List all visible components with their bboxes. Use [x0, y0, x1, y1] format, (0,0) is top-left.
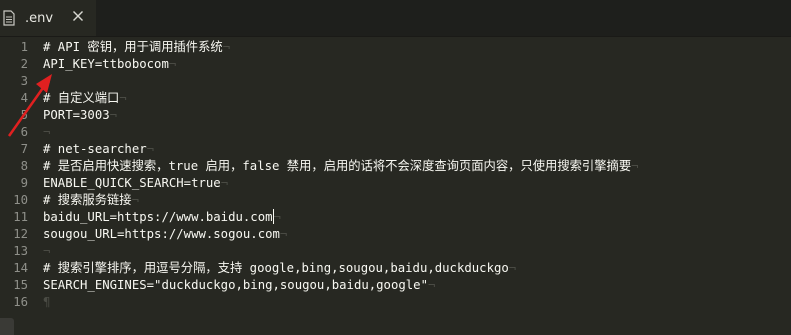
end-of-line-marker: ¬	[109, 108, 118, 122]
code-line-text: # 搜索引擎排序，用逗号分隔，支持 google,bing,sougou,bai…	[43, 261, 509, 275]
code-text: # 是否启用快速搜索，true 启用，false 禁用，启用的话将不会深度查询页…	[43, 158, 639, 175]
code-line[interactable]: 8 # 是否启用快速搜索，true 启用，false 禁用，启用的话将不会深度查询…	[0, 158, 791, 175]
line-number: 1	[20, 40, 28, 54]
code-line[interactable]: 6 ¬	[0, 124, 791, 141]
end-of-line-marker: ¬	[43, 244, 51, 258]
code-line-text: SEARCH_ENGINES="duckduckgo,bing,sougou,b…	[43, 278, 428, 292]
code-text: # 搜索引擎排序，用逗号分隔，支持 google,bing,sougou,bai…	[43, 260, 516, 277]
code-text: ENABLE_QUICK_SEARCH=true¬	[43, 175, 228, 192]
code-text: PORT=3003¬	[43, 107, 117, 124]
end-of-line-marker: ¬	[119, 91, 127, 105]
code-line-text: API_KEY=ttbobocom	[43, 57, 169, 71]
tab-bar: .env	[0, 0, 791, 37]
code-text: # 自定义端口¬	[43, 90, 127, 107]
code-line[interactable]: 11 baidu_URL=https://www.baidu.com¬	[0, 209, 791, 226]
code-line-text: # 是否启用快速搜索，true 启用，false 禁用，启用的话将不会深度查询页…	[43, 159, 632, 173]
end-of-line-marker: ¬	[43, 125, 51, 139]
line-number: 11	[13, 210, 28, 224]
line-number: 2	[20, 57, 28, 71]
tab-env-file[interactable]: .env	[0, 0, 96, 36]
code-line[interactable]: 9 ENABLE_QUICK_SEARCH=true¬	[0, 175, 791, 192]
code-text: baidu_URL=https://www.baidu.com¬	[43, 209, 281, 226]
line-number: 4	[20, 91, 28, 105]
end-of-line-marker: ¬	[279, 227, 288, 241]
code-text: # API 密钥，用于调用插件系统¬	[43, 39, 230, 56]
code-line[interactable]: 10 # 搜索服务链接¬	[0, 192, 791, 209]
code-line[interactable]: 1 # API 密钥，用于调用插件系统¬	[0, 39, 791, 56]
end-of-line-marker: ¬	[273, 210, 281, 224]
line-number: 6	[20, 125, 28, 139]
line-number: 14	[13, 261, 28, 275]
line-number: 15	[13, 278, 28, 292]
code-line-text: # net-searcher	[43, 142, 147, 156]
code-editor[interactable]: 1 # API 密钥，用于调用插件系统¬ 2 API_KEY=ttbobocom¬ 3 ¬…	[0, 37, 791, 335]
code-text: ¬	[43, 124, 50, 141]
end-of-line-marker: ¬	[427, 278, 436, 292]
code-text: API_KEY=ttbobocom¬	[43, 56, 176, 73]
end-of-line-marker: ¬	[131, 193, 139, 207]
code-line-text: # 自定义端口	[43, 91, 120, 105]
code-text: ¬	[43, 73, 50, 90]
scroll-corner	[0, 318, 14, 335]
code-text: # net-searcher¬	[43, 141, 154, 158]
file-icon	[3, 10, 15, 26]
line-number: 7	[20, 142, 28, 156]
code-line[interactable]: 16 ¶	[0, 294, 791, 311]
code-line[interactable]: 13 ¬	[0, 243, 791, 260]
line-number: 10	[13, 193, 28, 207]
code-line-text: PORT=3003	[43, 108, 110, 122]
code-line[interactable]: 12 sougou_URL=https://www.sogou.com¬	[0, 226, 791, 243]
code-line[interactable]: 3 ¬	[0, 73, 791, 90]
line-number: 12	[13, 227, 28, 241]
code-text: # 搜索服务链接¬	[43, 192, 139, 209]
line-number: 8	[20, 159, 28, 173]
end-of-line-marker: ¬	[508, 261, 517, 275]
line-number: 9	[20, 176, 28, 190]
code-line-text: baidu_URL=https://www.baidu.com	[43, 210, 273, 224]
code-line[interactable]: 5 PORT=3003¬	[0, 107, 791, 124]
code-line[interactable]: 4 # 自定义端口¬	[0, 90, 791, 107]
end-of-line-marker: ¬	[220, 176, 229, 190]
code-text: SEARCH_ENGINES="duckduckgo,bing,sougou,b…	[43, 277, 435, 294]
code-line[interactable]: 2 API_KEY=ttbobocom¬	[0, 56, 791, 73]
line-number: 3	[20, 74, 28, 88]
code-text: sougou_URL=https://www.sogou.com¬	[43, 226, 287, 243]
code-line-text: ENABLE_QUICK_SEARCH=true	[43, 176, 221, 190]
end-of-line-marker: ¬	[43, 74, 51, 88]
line-number: 16	[13, 295, 28, 309]
code-text: ¬	[43, 243, 50, 260]
code-line[interactable]: 15 SEARCH_ENGINES="duckduckgo,bing,sougou…	[0, 277, 791, 294]
end-of-line-marker: ¬	[222, 40, 231, 54]
end-of-line-marker: ¬	[631, 159, 639, 173]
end-of-line-marker: ¬	[168, 57, 177, 71]
code-line-text: # 搜索服务链接	[43, 193, 132, 207]
close-icon[interactable]	[72, 10, 84, 22]
code-line-text: sougou_URL=https://www.sogou.com	[43, 227, 280, 241]
end-of-file-marker: ¶	[43, 295, 51, 309]
code-line[interactable]: 7 # net-searcher¬	[0, 141, 791, 158]
code-text: ¶	[43, 294, 50, 311]
line-number: 5	[20, 108, 28, 122]
tab-title: .env	[25, 10, 54, 26]
line-number: 13	[13, 244, 28, 258]
code-line[interactable]: 14 # 搜索引擎排序，用逗号分隔，支持 google,bing,sougou,b…	[0, 260, 791, 277]
end-of-line-marker: ¬	[146, 142, 155, 156]
code-line-text: # API 密钥，用于调用插件系统	[43, 40, 223, 54]
